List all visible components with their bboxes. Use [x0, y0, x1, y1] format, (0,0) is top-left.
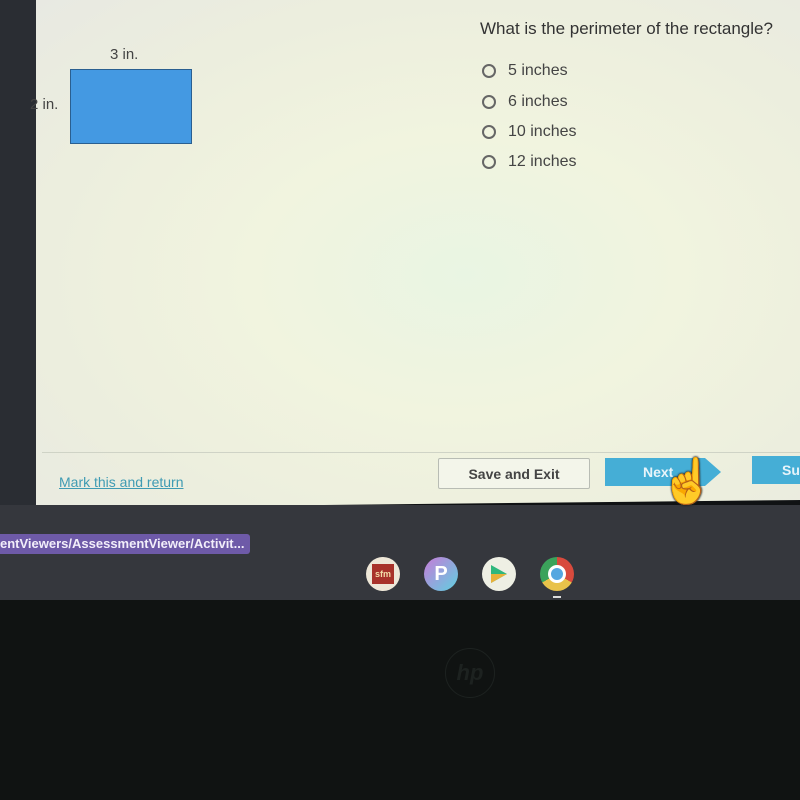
answer-label: 5 inches: [508, 62, 568, 79]
mark-and-return-link[interactable]: Mark this and return: [59, 474, 184, 490]
answer-option[interactable]: 5 inches: [482, 62, 568, 80]
laptop-body: [0, 600, 800, 800]
save-and-exit-button[interactable]: Save and Exit: [438, 458, 590, 489]
rectangle-top-label: 3 in.: [110, 46, 139, 63]
answer-label: 6 inches: [508, 93, 568, 110]
footer-divider: [42, 452, 800, 453]
running-indicator: [553, 596, 561, 598]
os-shelf: sfm P: [366, 557, 574, 598]
question-text: What is the perimeter of the rectangle?: [480, 19, 773, 38]
hand-pointer-cursor-icon: ☝: [660, 457, 715, 506]
radio-button-icon[interactable]: [482, 125, 496, 139]
rectangle-side-label: 2 in.: [30, 96, 59, 113]
radio-button-icon[interactable]: [482, 64, 496, 78]
rectangle-figure: [70, 69, 192, 144]
play-store-icon[interactable]: [482, 557, 516, 591]
answer-option[interactable]: 12 inches: [482, 153, 577, 171]
radio-button-icon[interactable]: [482, 155, 496, 169]
chrome-icon[interactable]: [540, 557, 574, 598]
status-url: entViewers/AssessmentViewer/Activit...: [0, 534, 251, 554]
answer-label: 10 inches: [508, 123, 577, 140]
chrome-center: [548, 565, 566, 583]
answer-option[interactable]: 6 inches: [482, 93, 568, 111]
answer-label: 12 inches: [508, 153, 577, 170]
answer-option[interactable]: 10 inches: [482, 123, 577, 141]
picsart-icon[interactable]: P: [424, 557, 458, 591]
radio-button-icon[interactable]: [482, 95, 496, 109]
submit-button[interactable]: Su: [752, 456, 800, 484]
sfm-logo: sfm: [372, 564, 394, 584]
hp-logo-icon: hp: [445, 648, 495, 698]
play-triangle-icon: [491, 565, 507, 583]
sfm-app-icon[interactable]: sfm: [366, 557, 400, 591]
